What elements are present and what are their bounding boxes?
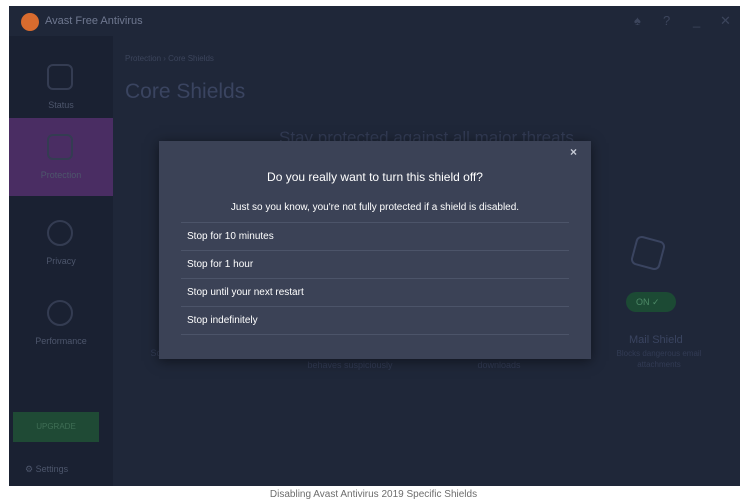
fingerprint-icon (47, 220, 73, 246)
settings-label: Settings (35, 464, 69, 474)
toggle-label: ON (636, 297, 650, 307)
mail-shield-icon (629, 234, 667, 272)
minimize-icon[interactable]: _ (693, 13, 700, 28)
settings-link[interactable]: ⚙ Settings (25, 464, 68, 475)
option-stop-1-hour[interactable]: Stop for 1 hour (181, 251, 569, 279)
sidebar-item-status[interactable]: Status (9, 48, 113, 126)
mail-shield-desc: Blocks dangerous email attachments (616, 349, 702, 369)
lock-icon (47, 134, 73, 160)
mail-shield-title: Mail Shield (629, 334, 683, 346)
stop-options-list: Stop for 10 minutes Stop for 1 hour Stop… (181, 222, 569, 335)
sidebar-item-label: Performance (35, 336, 87, 346)
option-stop-until-restart[interactable]: Stop until your next restart (181, 279, 569, 307)
turn-off-shield-dialog: × Do you really want to turn this shield… (159, 141, 591, 359)
sidebar-item-privacy[interactable]: Privacy (9, 204, 113, 282)
page-title: Core Shields (125, 80, 246, 103)
bell-icon[interactable]: ♠ (634, 13, 641, 28)
sidebar: Status Protection Privacy Performance UP… (9, 36, 113, 486)
sidebar-item-label: Privacy (46, 256, 76, 266)
upgrade-button[interactable]: UPGRADE (13, 412, 99, 442)
sidebar-item-performance[interactable]: Performance (9, 284, 113, 362)
titlebar: Avast Free Antivirus ♠ ? _ ✕ (9, 6, 740, 36)
help-icon[interactable]: ? (663, 13, 670, 28)
dialog-title: Do you really want to turn this shield o… (267, 170, 483, 184)
sidebar-item-label: Status (48, 100, 74, 110)
sidebar-item-protection[interactable]: Protection (9, 118, 113, 196)
shield-description: downloads (477, 360, 521, 370)
option-stop-indefinitely[interactable]: Stop indefinitely (181, 307, 569, 335)
close-icon[interactable]: × (570, 145, 577, 159)
image-caption: Disabling Avast Antivirus 2019 Specific … (269, 489, 478, 500)
shield-check-icon (47, 64, 73, 90)
close-icon[interactable]: ✕ (720, 13, 731, 29)
breadcrumb[interactable]: Protection › Core Shields (125, 54, 214, 63)
avast-logo (21, 13, 39, 31)
option-stop-10-minutes[interactable]: Stop for 10 minutes (181, 223, 569, 251)
shield-description: behaves suspiciously (307, 360, 393, 370)
sidebar-item-label: Protection (40, 170, 82, 180)
app-title: Avast Free Antivirus (45, 15, 143, 27)
gauge-icon (47, 300, 73, 326)
dialog-message: Just so you know, you're not fully prote… (230, 202, 520, 213)
mail-shield-toggle[interactable]: ON ✓ (626, 292, 676, 312)
gear-icon: ⚙ (25, 464, 34, 474)
